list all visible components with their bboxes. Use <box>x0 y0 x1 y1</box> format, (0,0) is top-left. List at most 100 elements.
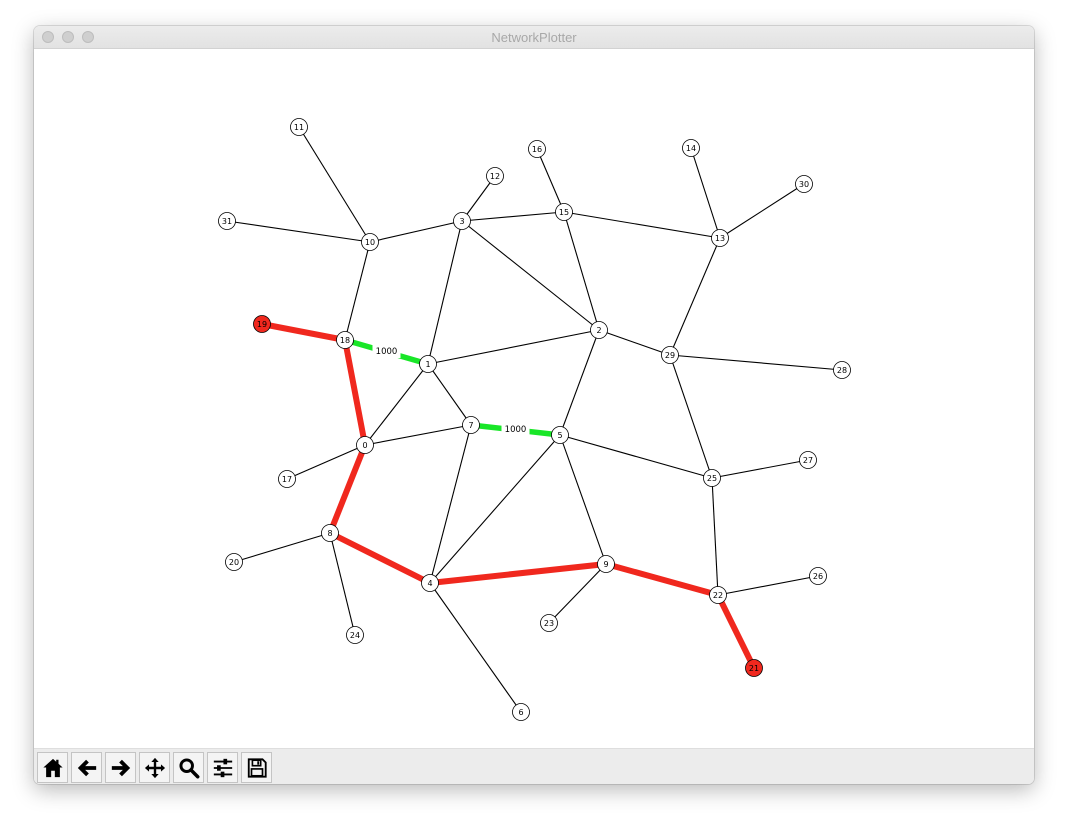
edge-5-25 <box>559 434 713 479</box>
edge-3-1 <box>427 220 463 365</box>
graph-node[interactable]: 2 <box>590 321 608 339</box>
edge-10-3 <box>369 220 463 243</box>
node-label: 20 <box>229 558 239 567</box>
graph-node[interactable]: 20 <box>225 553 243 571</box>
node-label: 4 <box>427 579 432 588</box>
node-label: 8 <box>327 529 332 538</box>
node-label: 30 <box>799 180 809 189</box>
graph-node[interactable]: 3 <box>453 212 471 230</box>
navigation-toolbar <box>34 748 1034 784</box>
network-graph[interactable]: 10001000 0123456789101112131415161718192… <box>34 48 1034 748</box>
node-label: 9 <box>603 560 608 569</box>
edge-15-13 <box>563 211 721 239</box>
graph-node[interactable]: 27 <box>799 451 817 469</box>
edge-weight-label: 1000 <box>376 347 398 357</box>
edge-9-23 <box>548 563 607 624</box>
node-label: 26 <box>813 572 823 581</box>
graph-node[interactable]: 22 <box>709 586 727 604</box>
node-label: 15 <box>559 208 569 217</box>
arrow-right-icon <box>111 759 130 776</box>
graph-node[interactable]: 12 <box>486 167 504 185</box>
graph-node[interactable]: 1 <box>419 355 437 373</box>
back-button[interactable] <box>71 752 102 783</box>
graph-node[interactable]: 15 <box>555 203 573 221</box>
graph-node[interactable]: 29 <box>661 346 679 364</box>
graph-node[interactable]: 21 <box>745 659 763 677</box>
edge-25-27 <box>711 459 809 479</box>
node-label: 7 <box>468 421 473 430</box>
zoom-button[interactable] <box>173 752 204 783</box>
graph-node[interactable]: 10 <box>361 233 379 251</box>
node-label: 3 <box>459 217 464 226</box>
node-label: 2 <box>596 326 601 335</box>
path-edge-4-9 <box>427 561 609 586</box>
path-edge-9-22 <box>603 561 721 598</box>
edge-29-25 <box>669 354 713 479</box>
graph-node[interactable]: 19 <box>253 315 271 333</box>
configure-subplots-button[interactable] <box>207 752 238 783</box>
node-label: 25 <box>707 474 717 483</box>
graph-node[interactable]: 7 <box>462 416 480 434</box>
graph-node[interactable]: 16 <box>528 140 546 158</box>
edge-0-7 <box>364 424 472 446</box>
edge-1-7 <box>427 363 472 426</box>
node-label: 16 <box>532 145 542 154</box>
edge-1-0 <box>364 363 429 446</box>
path-edge-8-4 <box>327 530 433 586</box>
edge-2-29 <box>598 329 671 356</box>
title-bar: NetworkPlotter <box>34 26 1034 49</box>
graph-node[interactable]: 18 <box>336 331 354 349</box>
edge-13-29 <box>669 237 721 356</box>
graph-node[interactable]: 25 <box>703 469 721 487</box>
graph-node[interactable]: 5 <box>551 426 569 444</box>
graph-node[interactable]: 11 <box>290 118 308 136</box>
pan-button[interactable] <box>139 752 170 783</box>
path-edge-19-18 <box>259 321 348 343</box>
node-label: 13 <box>715 234 725 243</box>
node-label: 14 <box>686 144 696 153</box>
node-label: 31 <box>222 217 232 226</box>
graph-node[interactable]: 26 <box>809 567 827 585</box>
node-label: 27 <box>803 456 813 465</box>
node-label: 1 <box>425 360 430 369</box>
graph-node[interactable]: 30 <box>795 175 813 193</box>
graph-node[interactable]: 17 <box>278 470 296 488</box>
plot-canvas[interactable]: 1000 1000 0 1 2 3 4 5 6 7 8 9 10 11 12 13 14 15 16 17 18 19 2… <box>34 48 1034 748</box>
graph-node[interactable]: 23 <box>540 614 558 632</box>
graph-node[interactable]: 13 <box>711 229 729 247</box>
move-icon <box>144 757 165 778</box>
graph-node[interactable]: 9 <box>597 555 615 573</box>
path-edge-22-21 <box>715 592 757 671</box>
node-label: 24 <box>350 631 360 640</box>
save-button[interactable] <box>241 752 272 783</box>
edge-15-2 <box>563 211 600 331</box>
edge-22-26 <box>717 575 819 596</box>
forward-button[interactable] <box>105 752 136 783</box>
edge-2-1 <box>427 329 600 365</box>
node-label: 21 <box>749 664 759 673</box>
magnifier-icon <box>178 757 199 778</box>
edge-31-10 <box>226 220 371 243</box>
network-plotter-window: NetworkPlotter 1000 1000 0 1 2 3 4 5 6 7 8 9 10 11 12… <box>34 26 1034 784</box>
graph-node[interactable]: 6 <box>512 703 530 721</box>
graph-node[interactable]: 14 <box>682 139 700 157</box>
edge-4-6 <box>429 582 522 713</box>
graph-node[interactable]: 24 <box>346 626 364 644</box>
graph-node[interactable]: 28 <box>833 361 851 379</box>
node-label: 18 <box>340 336 350 345</box>
graph-node[interactable]: 0 <box>356 436 374 454</box>
edge-25-22 <box>711 477 719 596</box>
edge-10-18 <box>344 241 371 341</box>
home-icon <box>42 758 63 777</box>
node-label: 19 <box>257 320 267 329</box>
edge-8-20 <box>233 532 331 563</box>
edge-16-15 <box>536 148 565 213</box>
node-label: 12 <box>490 172 500 181</box>
node-label: 5 <box>557 431 562 440</box>
node-label: 6 <box>518 708 523 717</box>
graph-node[interactable]: 31 <box>218 212 236 230</box>
home-button[interactable] <box>37 752 68 783</box>
graph-node[interactable]: 4 <box>421 574 439 592</box>
graph-node[interactable]: 8 <box>321 524 339 542</box>
edge-3-15 <box>461 211 565 222</box>
